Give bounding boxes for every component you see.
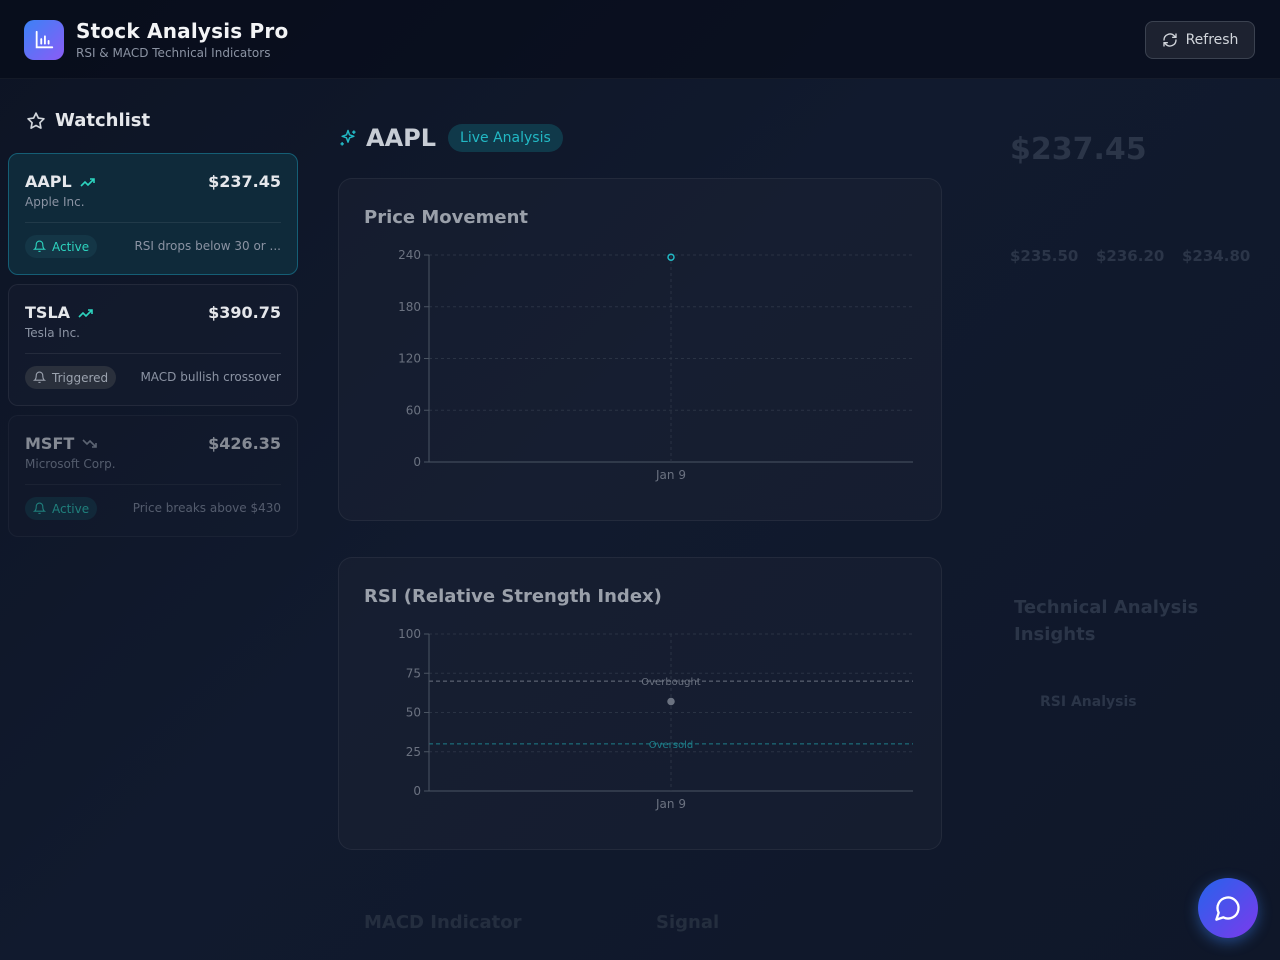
y-tick-label: 0 <box>413 455 421 469</box>
y-tick-label: 75 <box>406 666 421 680</box>
price-level-2: $236.20 <box>1096 247 1165 265</box>
live-analysis-badge: Live Analysis <box>448 124 563 152</box>
y-tick-label: 60 <box>406 403 421 417</box>
sparkles-icon <box>340 129 356 146</box>
status-label: Active <box>52 239 90 254</box>
y-tick-label: 240 <box>398 248 421 262</box>
y-tick-label: 100 <box>398 627 421 641</box>
refresh-button[interactable]: Refresh <box>1145 21 1255 59</box>
trend-up-icon <box>80 177 95 187</box>
status-label: Active <box>52 501 90 516</box>
stock-name: Tesla Inc. <box>25 326 80 340</box>
bell-icon <box>33 502 46 514</box>
price-level-3: $234.80 <box>1182 247 1251 265</box>
watchlist-title: Watchlist <box>55 110 151 131</box>
divider <box>25 484 281 485</box>
y-tick-label: 180 <box>398 300 421 314</box>
rsi-chart-panel: RSI (Relative Strength Index) 0 25 50 75 100… <box>338 557 942 850</box>
divider <box>25 222 281 223</box>
trend-down-icon <box>82 438 98 448</box>
bar-chart-icon <box>24 20 64 60</box>
status-badge: Active <box>25 235 98 258</box>
alert-condition: Price breaks above $430 <box>132 501 281 515</box>
divider <box>25 353 281 354</box>
stock-symbol-row: AAPL <box>25 172 96 191</box>
y-tick-label: 0 <box>413 784 421 798</box>
stock-symbol-row: MSFT <box>25 434 98 453</box>
alert-condition: MACD bullish crossover <box>140 370 281 384</box>
watchlist-item-tsla[interactable]: TSLA Tesla Inc. $390.75 Triggered MACD b… <box>8 284 298 406</box>
refresh-label: Refresh <box>1185 32 1239 48</box>
x-tick-label: Jan 9 <box>655 797 686 811</box>
alert-condition: RSI drops below 30 or ... <box>134 239 281 253</box>
analysis-header: AAPL Live Analysis <box>338 124 563 152</box>
status-badge: Active <box>25 497 98 520</box>
chat-icon <box>1215 896 1240 921</box>
status-label: Triggered <box>52 370 109 385</box>
data-point <box>667 697 675 706</box>
watchlist-heading: Watchlist <box>26 110 150 131</box>
stock-name: Apple Inc. <box>25 195 85 209</box>
stock-price: $426.35 <box>208 434 281 453</box>
y-tick-label: 120 <box>398 352 421 366</box>
stock-price: $390.75 <box>208 303 281 322</box>
y-tick-label: 25 <box>406 745 421 759</box>
refresh-icon <box>1162 33 1177 47</box>
star-icon <box>27 111 45 129</box>
current-price: $237.45 <box>1010 132 1147 167</box>
selected-symbol: AAPL <box>366 124 437 152</box>
y-tick-label: 50 <box>406 706 421 720</box>
stock-name: Microsoft Corp. <box>25 457 116 471</box>
signal-section-title: Signal <box>656 912 720 933</box>
stock-symbol: TSLA <box>25 303 71 322</box>
stock-symbol-row: TSLA <box>25 303 94 322</box>
app-subtitle: RSI & MACD Technical Indicators <box>76 46 271 60</box>
stock-price: $237.45 <box>208 172 281 191</box>
chat-button[interactable] <box>1198 878 1258 938</box>
price-level-1: $235.50 <box>1010 247 1079 265</box>
macd-section-title: MACD Indicator <box>364 912 522 933</box>
bell-icon <box>33 371 46 383</box>
rsi-chart: 0255075100OverboughtOversoldJan 9 <box>398 627 913 811</box>
price-chart: 0 60 120 180 240 Jan 9 <box>398 248 913 482</box>
watchlist-item-msft[interactable]: MSFT Microsoft Corp. $426.35 Active Pric… <box>8 415 298 537</box>
price-chart-panel: Price Movement 0 60 120 180 240 Jan 9 <box>338 178 942 521</box>
app-title: Stock Analysis Pro <box>76 19 289 43</box>
x-tick-label: Jan 9 <box>655 468 686 482</box>
bell-icon <box>33 240 46 252</box>
stock-symbol: AAPL <box>25 172 72 191</box>
stock-symbol: MSFT <box>25 434 75 453</box>
insight-item: RSI Analysis <box>1040 694 1137 710</box>
insights-title: Technical Analysis Insights <box>1014 597 1199 645</box>
watchlist-item-aapl[interactable]: AAPL Apple Inc. $237.45 Active RSI drops… <box>8 153 298 275</box>
trend-up-icon <box>78 308 93 318</box>
status-badge: Triggered <box>25 366 117 389</box>
app-header: Stock Analysis Pro RSI & MACD Technical … <box>0 0 1280 79</box>
